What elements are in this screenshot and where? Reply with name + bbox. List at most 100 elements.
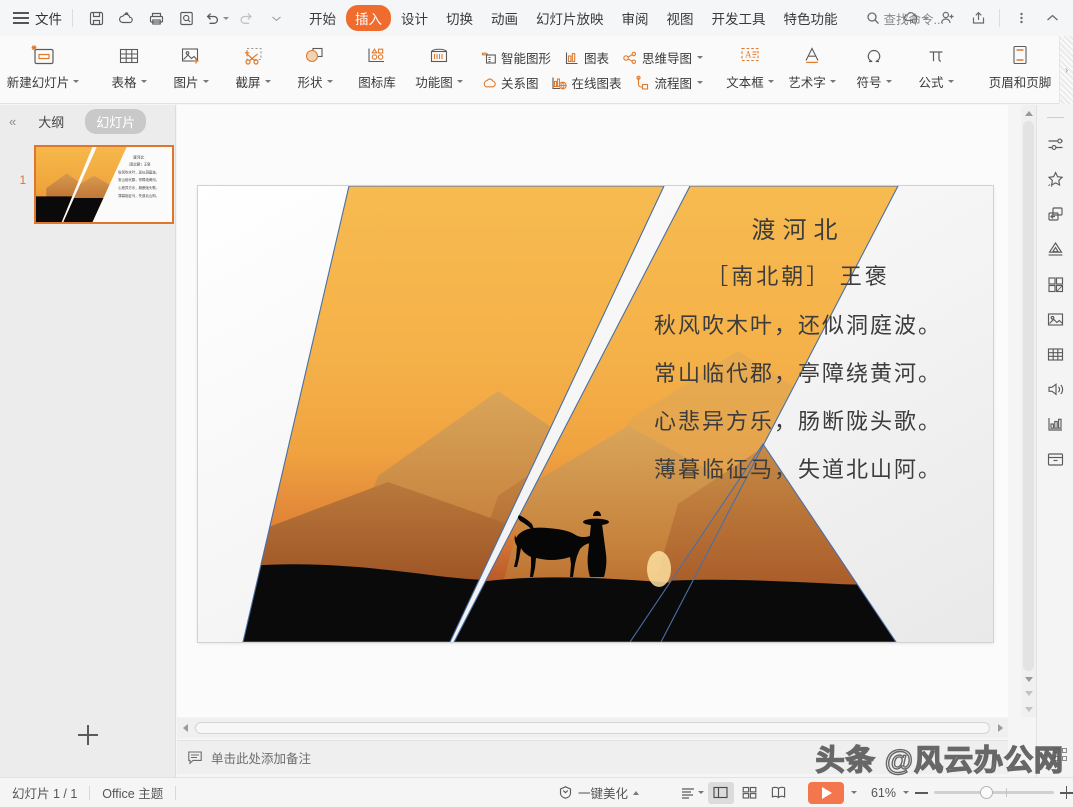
theme-label[interactable]: Office 主题: [90, 783, 175, 802]
animation-star-icon[interactable]: [1040, 163, 1070, 195]
scroll-right-button[interactable]: [992, 724, 1008, 732]
menu-tab-3[interactable]: 切换: [438, 5, 481, 31]
chevron-down-icon[interactable]: [948, 80, 954, 83]
function-chart-button[interactable]: 功能图: [408, 39, 470, 91]
more-options-icon[interactable]: [1008, 6, 1034, 30]
tab-outline[interactable]: 大纲: [27, 109, 75, 134]
chevron-down-icon[interactable]: [886, 80, 892, 83]
menu-tab-1[interactable]: 插入: [346, 5, 391, 31]
next-slide-button[interactable]: [1021, 685, 1036, 701]
text-align-icon[interactable]: [679, 782, 705, 804]
fit-to-window-icon[interactable]: [1054, 748, 1067, 761]
zoom-slider-handle[interactable]: [980, 786, 993, 799]
chevron-down-icon[interactable]: [698, 791, 704, 794]
chevron-down-icon[interactable]: [265, 80, 271, 83]
chevron-down-icon[interactable]: [141, 80, 147, 83]
pyramid-icon[interactable]: [1040, 233, 1070, 265]
zoom-in-button[interactable]: [1060, 786, 1073, 799]
shape-duplicate-icon[interactable]: [1040, 198, 1070, 230]
relation-diagram-button[interactable]: 关系图: [474, 70, 545, 95]
ribbon-expand-handle[interactable]: ›: [1059, 36, 1073, 104]
horizontal-scroll-thumb[interactable]: [195, 722, 990, 734]
chart-bar-icon[interactable]: [1040, 408, 1070, 440]
box-icon[interactable]: [1040, 443, 1070, 475]
beautify-button[interactable]: 一键美化: [558, 783, 639, 802]
app-menu-icon[interactable]: [13, 12, 29, 24]
properties-icon[interactable]: [1040, 128, 1070, 160]
add-slide-button[interactable]: [0, 715, 176, 755]
vertical-scroll-thumb[interactable]: [1023, 121, 1034, 671]
menu-tab-6[interactable]: 审阅: [614, 5, 657, 31]
collapse-panel-icon[interactable]: «: [6, 114, 17, 129]
flowchart-button[interactable]: 流程图: [628, 70, 710, 95]
scroll-left-button[interactable]: [177, 724, 193, 732]
online-chart-button[interactable]: 在线图表: [545, 70, 628, 95]
formula-button[interactable]: 公式: [905, 39, 967, 91]
reading-view-icon[interactable]: [766, 782, 792, 804]
chart-button[interactable]: 图表: [557, 45, 615, 70]
chevron-down-icon[interactable]: [830, 80, 836, 83]
zoom-chevron-down-icon[interactable]: [903, 791, 909, 794]
chevron-down-icon[interactable]: [768, 80, 774, 83]
add-user-icon[interactable]: [934, 6, 960, 30]
notes-pane[interactable]: 单击此处添加备注: [177, 740, 1008, 774]
image-icon[interactable]: [1040, 303, 1070, 335]
print-preview-icon[interactable]: [173, 6, 199, 30]
share-icon[interactable]: [965, 6, 991, 30]
chevron-down-icon[interactable]: [73, 80, 79, 83]
table-icon[interactable]: [1040, 338, 1070, 370]
insert-shapes-button[interactable]: 形状: [284, 39, 346, 91]
last-slide-button[interactable]: [1021, 701, 1036, 717]
cloud-sync-icon[interactable]: [113, 6, 139, 30]
insert-table-button[interactable]: 表格: [98, 39, 160, 91]
smartart-button[interactable]: 智能图形: [474, 45, 557, 70]
horizontal-scrollbar[interactable]: [177, 718, 1008, 738]
redo-icon[interactable]: [233, 6, 259, 30]
slide-thumbnail-1[interactable]: 渡河北 ［南北朝］王褒 秋风吹木叶，还似洞庭波。 常山临代郡，亭障绕黄河。 心悲…: [34, 145, 174, 224]
chevron-down-icon[interactable]: [203, 80, 209, 83]
menu-tab-8[interactable]: 开发工具: [704, 5, 774, 31]
new-slide-button[interactable]: 新建幻灯片: [0, 39, 86, 91]
file-menu-button[interactable]: 文件: [35, 8, 62, 28]
grid-squares-icon[interactable]: [1040, 268, 1070, 300]
icon-library-button[interactable]: 图标库: [346, 39, 408, 91]
play-slideshow-button[interactable]: [808, 782, 844, 804]
print-icon[interactable]: [143, 6, 169, 30]
normal-view-icon[interactable]: [708, 782, 734, 804]
chevron-down-icon[interactable]: [263, 6, 289, 30]
textbox-button[interactable]: A 文本框: [719, 39, 781, 91]
screenshot-button[interactable]: 截屏: [222, 39, 284, 91]
zoom-out-button[interactable]: [915, 786, 928, 799]
divider: [175, 786, 176, 800]
chevron-down-icon[interactable]: [327, 80, 333, 83]
collapse-ribbon-icon[interactable]: [1039, 6, 1065, 30]
chevron-down-icon[interactable]: [457, 80, 463, 83]
tab-slides[interactable]: 幻灯片: [85, 109, 146, 134]
status-bar: 幻灯片 1 / 1 Office 主题 一键美化: [0, 777, 1073, 807]
slide-canvas[interactable]: 渡河北 ［南北朝］ 王褒 秋风吹木叶，还似洞庭波。 常山临代郡，亭障绕黄河。 心…: [177, 105, 1008, 717]
vertical-scrollbar[interactable]: [1021, 105, 1036, 717]
menu-tab-2[interactable]: 设计: [393, 5, 436, 31]
cloud-icon[interactable]: [903, 6, 929, 30]
undo-icon[interactable]: [203, 6, 229, 30]
mindmap-button[interactable]: 思维导图: [615, 45, 709, 70]
chevron-down-icon[interactable]: [697, 81, 703, 84]
menu-tab-4[interactable]: 动画: [483, 5, 526, 31]
play-options-chevron-down-icon[interactable]: [851, 791, 857, 794]
zoom-slider[interactable]: [934, 791, 1054, 794]
menu-tab-7[interactable]: 视图: [659, 5, 702, 31]
scroll-up-button[interactable]: [1021, 105, 1036, 121]
menu-tab-5[interactable]: 幻灯片放映: [528, 5, 612, 31]
chevron-down-icon[interactable]: [697, 56, 703, 59]
zoom-value-label[interactable]: 61%: [871, 786, 896, 800]
menu-tab-0[interactable]: 开始: [301, 5, 344, 31]
slide-sorter-icon[interactable]: [737, 782, 763, 804]
header-footer-button[interactable]: 页眉和页脚: [979, 39, 1061, 91]
slide-editing-area[interactable]: 渡河北 ［南北朝］ 王褒 秋风吹木叶，还似洞庭波。 常山临代郡，亭障绕黄河。 心…: [198, 186, 993, 642]
save-icon[interactable]: [83, 6, 109, 30]
symbol-button[interactable]: 符号: [843, 39, 905, 91]
audio-icon[interactable]: [1040, 373, 1070, 405]
insert-picture-button[interactable]: 图片: [160, 39, 222, 91]
wordart-button[interactable]: 艺术字: [781, 39, 843, 91]
menu-tab-9[interactable]: 特色功能: [776, 5, 846, 31]
